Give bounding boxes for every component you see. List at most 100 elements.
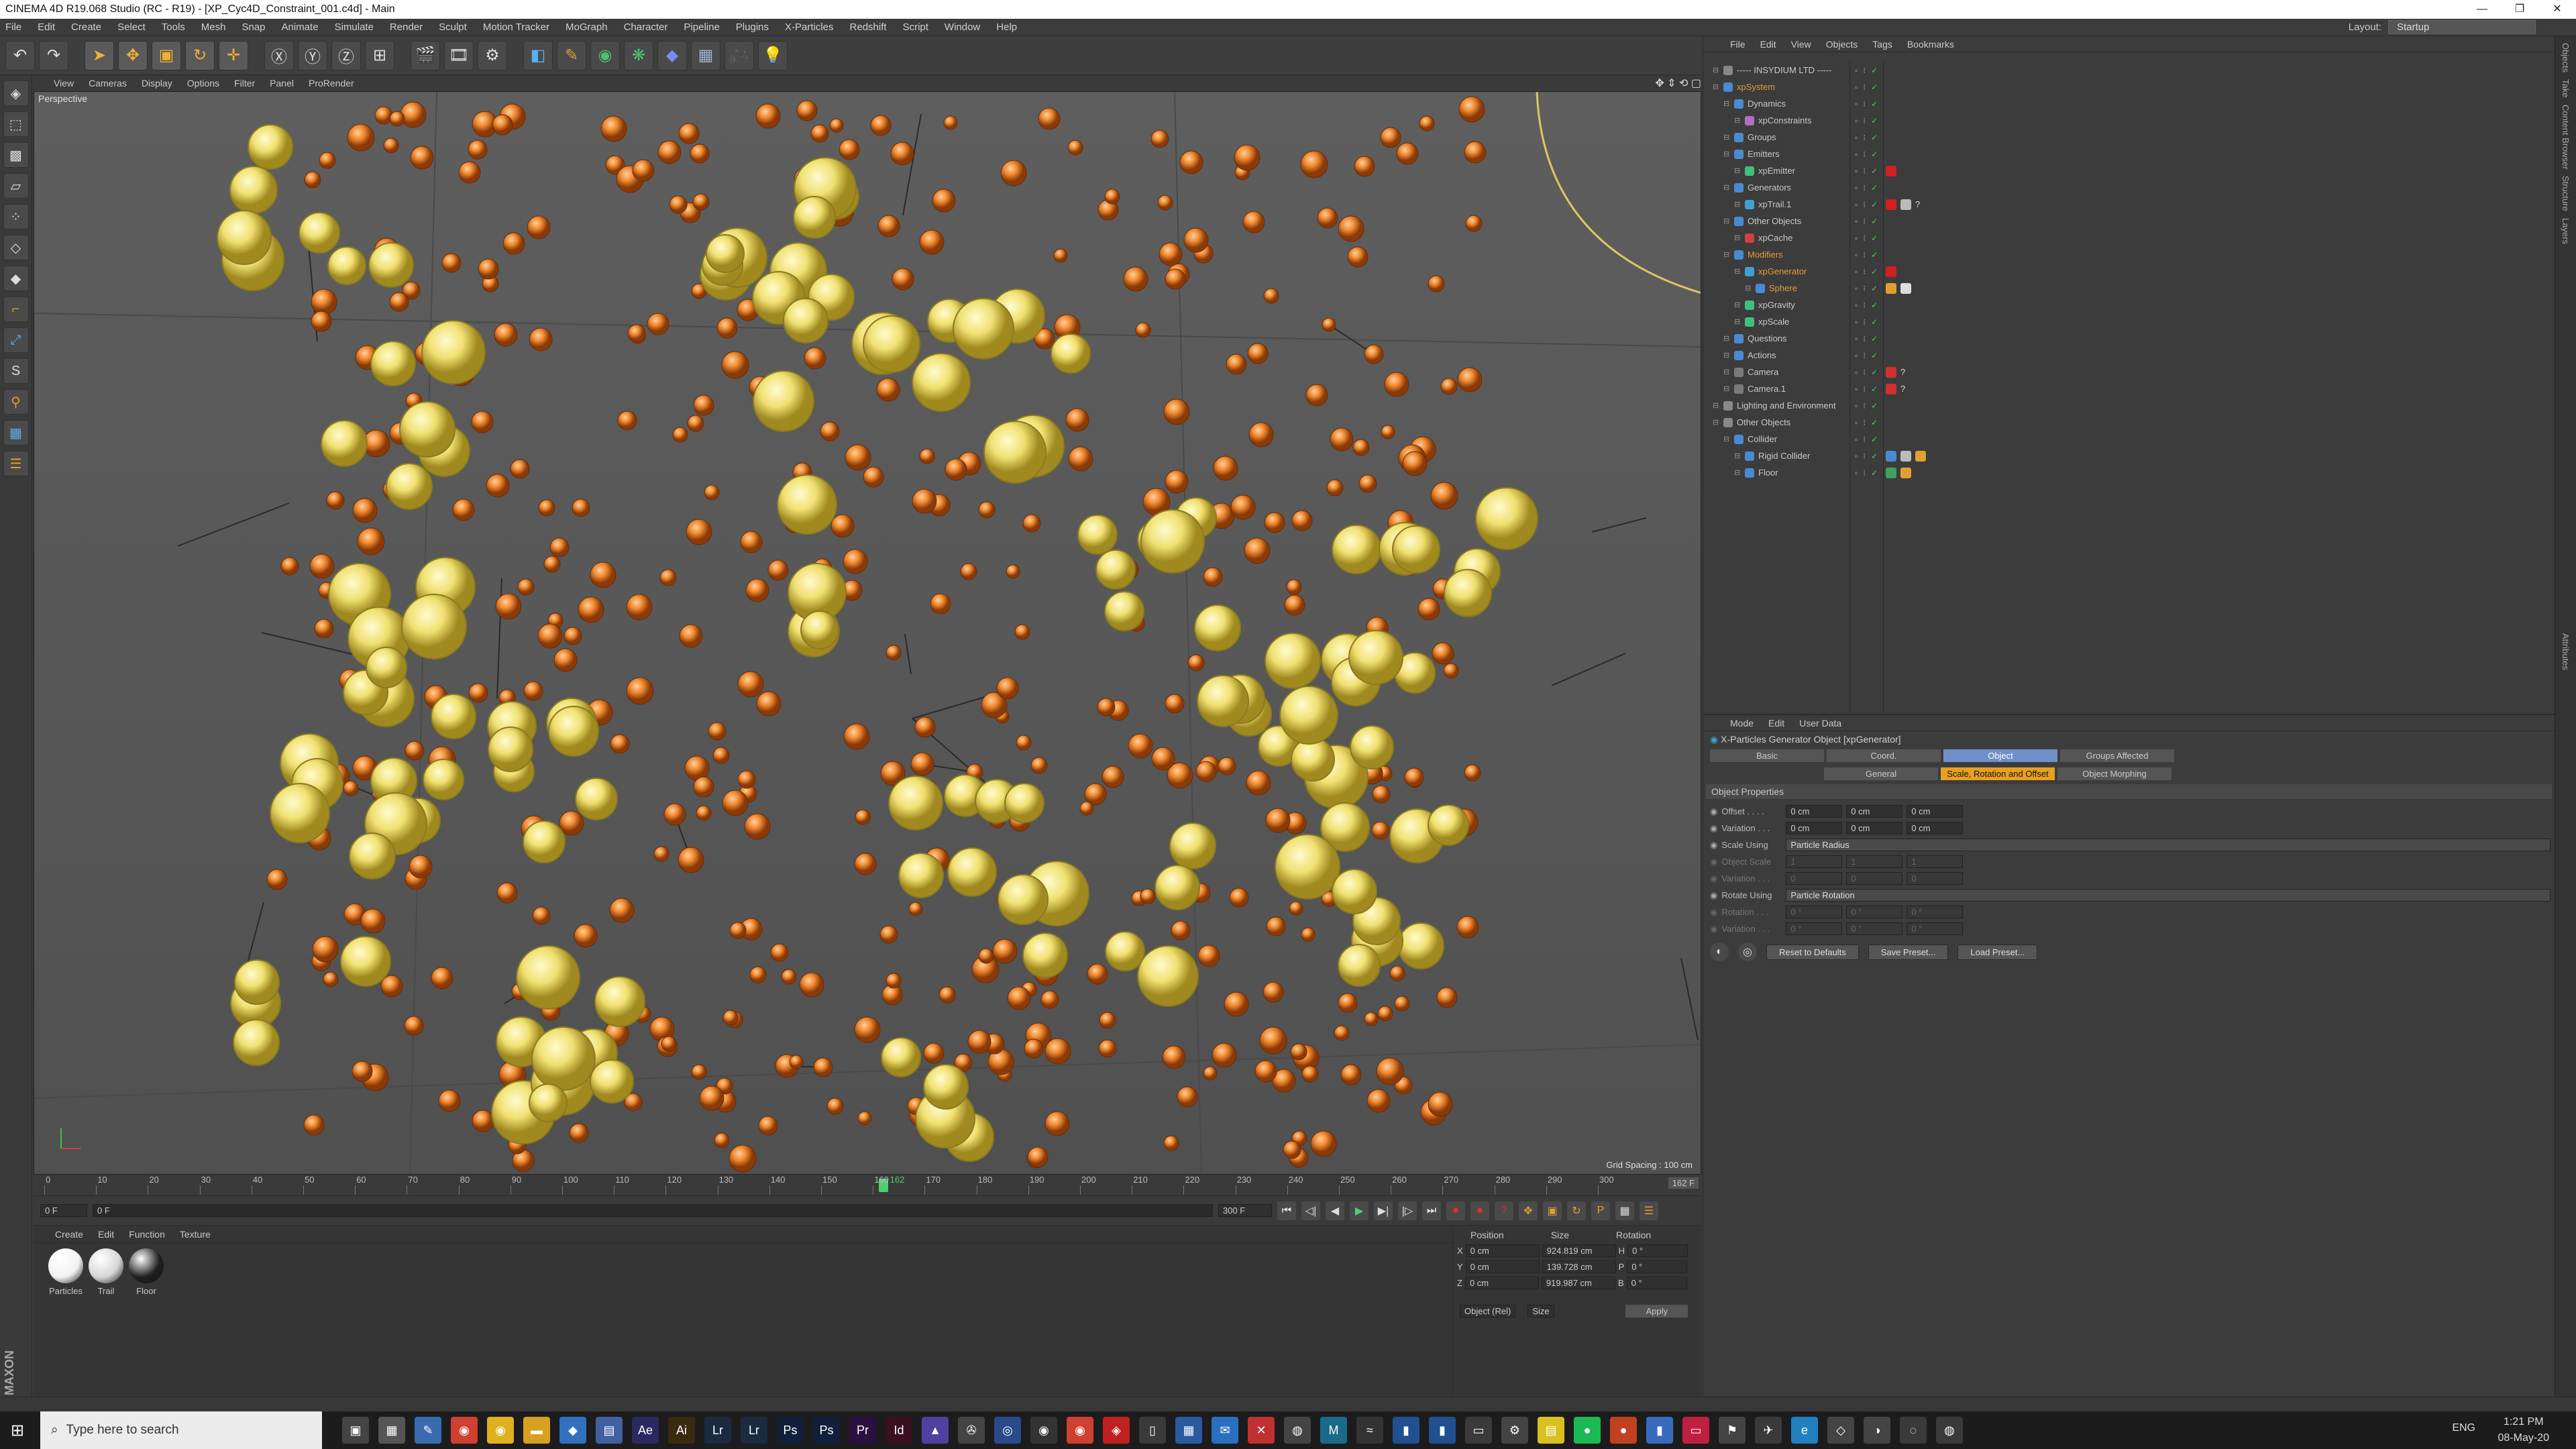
menu-create[interactable]: Create — [71, 21, 101, 33]
size-field[interactable]: 139.728 cm — [1542, 1260, 1616, 1273]
enabled-check-icon[interactable]: ✓ — [1871, 116, 1878, 125]
visibility-flags[interactable]: ▫ ⁝ ✓ — [1855, 200, 1878, 209]
clock[interactable]: 1:21 PM 08-May-20 — [2498, 1414, 2549, 1446]
editor-visibility-icon[interactable]: ⁝ — [1863, 99, 1866, 109]
enabled-check-icon[interactable]: ✓ — [1871, 133, 1878, 142]
taskbar-app-purple-icon[interactable]: ▲ — [922, 1417, 949, 1444]
enabled-check-icon[interactable]: ✓ — [1871, 317, 1878, 327]
taskbar-premiere-icon[interactable]: Pr — [849, 1417, 876, 1444]
scale-tool-icon[interactable]: ▣ — [152, 40, 181, 70]
coord-size-dropdown[interactable]: Size — [1527, 1305, 1554, 1318]
expand-icon[interactable]: ⊟ — [1734, 451, 1742, 460]
vector-field[interactable]: 0 cm — [1786, 822, 1843, 835]
edges-mode-icon[interactable]: ◇ — [3, 235, 29, 260]
viewport-menu-view[interactable]: View — [54, 78, 74, 89]
object-row[interactable]: ⊟ Lighting and Environment ▫ ⁝ ✓ — [1703, 397, 2555, 414]
visibility-flags[interactable]: ▫ ⁝ ✓ — [1855, 317, 1878, 327]
side-tab-structure[interactable]: Structure — [2561, 176, 2571, 211]
enabled-check-icon[interactable]: ✓ — [1871, 418, 1878, 427]
floor-icon[interactable]: ▦ — [691, 40, 720, 70]
visibility-flags[interactable]: ▫ ⁝ ✓ — [1855, 267, 1878, 276]
enabled-check-icon[interactable]: ✓ — [1871, 83, 1878, 92]
attribute-dropdown[interactable]: Particle Rotation — [1786, 889, 2551, 902]
expand-icon[interactable]: ⊟ — [1734, 233, 1742, 242]
layer-icon[interactable]: ▫ — [1855, 267, 1858, 276]
object-row[interactable]: ⊟ Other Objects ▫ ⁝ ✓ — [1703, 213, 2555, 229]
editor-visibility-icon[interactable]: ⁝ — [1863, 368, 1866, 377]
expand-icon[interactable]: ⊟ — [1734, 468, 1742, 477]
taskbar-notes-icon[interactable]: ▤ — [1538, 1417, 1564, 1444]
unknown-tag-icon[interactable]: ? — [1900, 384, 1905, 394]
layer-icon[interactable]: ▫ — [1855, 116, 1858, 125]
expand-icon[interactable]: ⊟ — [1734, 267, 1742, 276]
tag-icon[interactable] — [1886, 282, 1896, 294]
reset-to-defaults-button[interactable]: Reset to Defaults — [1766, 944, 1859, 960]
visibility-flags[interactable]: ▫ ⁝ ✓ — [1855, 435, 1878, 444]
make-editable-icon[interactable]: ◈ — [3, 80, 29, 106]
tag-icon[interactable] — [1900, 282, 1911, 294]
enabled-check-icon[interactable]: ✓ — [1871, 368, 1878, 377]
taskbar-app-c-icon[interactable]: ▮ — [1429, 1417, 1456, 1444]
enabled-check-icon[interactable]: ✓ — [1871, 183, 1878, 193]
taskbar-search[interactable]: ⌕ Type here to search — [40, 1411, 322, 1449]
attribute-menu-mode[interactable]: Mode — [1730, 718, 1754, 729]
subtab-scale-rotation-and-offset[interactable]: Scale, Rotation and Offset — [1941, 767, 2055, 780]
visibility-flags[interactable]: ▫ ⁝ ✓ — [1855, 233, 1878, 243]
layer-icon[interactable]: ▫ — [1855, 250, 1858, 260]
object-menu-bookmarks[interactable]: Bookmarks — [1907, 39, 1954, 50]
start-frame-field[interactable]: 0 F — [40, 1204, 87, 1217]
visibility-flags[interactable]: ▫ ⁝ ✓ — [1855, 351, 1878, 360]
unknown-tag-icon[interactable]: ? — [1915, 199, 1920, 210]
layer-icon[interactable]: ▫ — [1855, 83, 1858, 92]
editor-visibility-icon[interactable]: ⁝ — [1863, 451, 1866, 461]
light-icon[interactable]: 💡 — [758, 40, 788, 70]
tag-icon[interactable] — [1886, 165, 1896, 176]
layer-icon[interactable]: ▫ — [1855, 301, 1858, 310]
layer-icon[interactable]: ▫ — [1855, 317, 1858, 327]
tab-basic[interactable]: Basic — [1710, 749, 1824, 762]
taskbar-lightroom-classic-icon[interactable]: Lr — [741, 1417, 767, 1444]
editor-visibility-icon[interactable]: ⁝ — [1863, 150, 1866, 159]
editor-visibility-icon[interactable]: ⁝ — [1863, 116, 1866, 125]
editor-visibility-icon[interactable]: ⁝ — [1863, 200, 1866, 209]
snap-icon[interactable]: S — [3, 358, 29, 384]
taskbar-obs-icon[interactable]: ◉ — [1030, 1417, 1057, 1444]
layer-icon[interactable]: ▫ — [1855, 66, 1858, 75]
editor-visibility-icon[interactable]: ⁝ — [1863, 183, 1866, 193]
layer-icon[interactable]: ▫ — [1855, 166, 1858, 176]
layer-icon[interactable]: ▫ — [1855, 435, 1858, 444]
editor-visibility-icon[interactable]: ⁝ — [1863, 217, 1866, 226]
menu-character[interactable]: Character — [624, 21, 668, 33]
rotate-tool-icon[interactable]: ↻ — [185, 40, 215, 70]
layer-icon[interactable]: ▫ — [1855, 468, 1858, 478]
expand-icon[interactable]: ⊟ — [1734, 166, 1742, 175]
preset-icon[interactable]: ◐ — [1710, 943, 1729, 961]
object-menu-file[interactable]: File — [1730, 39, 1746, 50]
x-axis-lock-icon[interactable]: Ⓧ — [264, 40, 294, 70]
vector-field[interactable]: 0 cm — [1907, 805, 1964, 818]
record-keys-icon[interactable]: ⏺ — [1446, 1201, 1465, 1220]
tag-icon[interactable] — [1915, 450, 1926, 462]
expand-icon[interactable]: ⊟ — [1723, 334, 1731, 343]
layout-dropdown[interactable]: Startup — [2388, 20, 2536, 34]
visibility-flags[interactable]: ▫ ⁝ ✓ — [1855, 401, 1878, 411]
visibility-flags[interactable]: ▫ ⁝ ✓ — [1855, 183, 1878, 193]
save-preset-button[interactable]: Save Preset... — [1868, 944, 1949, 960]
expand-icon[interactable]: ⊟ — [1723, 250, 1731, 259]
tag-icon[interactable] — [1886, 199, 1896, 210]
workplane-icon[interactable]: ▱ — [3, 173, 29, 199]
animate-radio-icon[interactable]: ◉ — [1710, 907, 1717, 918]
menu-tools[interactable]: Tools — [162, 21, 185, 33]
keyframe-selection-icon[interactable]: ? — [1495, 1201, 1513, 1220]
recent-tool-icon[interactable]: ✛ — [219, 40, 248, 70]
y-axis-lock-icon[interactable]: Ⓨ — [298, 40, 327, 70]
object-row[interactable]: ⊟ xpCache ▫ ⁝ ✓ — [1703, 229, 2555, 246]
timeline-ruler[interactable]: 162 162 F 0 10 20 30 40 50 60 70 80 90 100 110 120 13… — [34, 1175, 1701, 1196]
side-tab-content-browser[interactable]: Content Browser — [2561, 105, 2571, 170]
visibility-flags[interactable]: ▫ ⁝ ✓ — [1855, 250, 1878, 260]
taskbar-lightroom-icon[interactable]: Lr — [704, 1417, 731, 1444]
enabled-check-icon[interactable]: ✓ — [1871, 233, 1878, 243]
material-particles[interactable]: Particles — [46, 1248, 86, 1296]
layer-icon[interactable]: ▫ — [1855, 284, 1858, 293]
enabled-check-icon[interactable]: ✓ — [1871, 99, 1878, 109]
